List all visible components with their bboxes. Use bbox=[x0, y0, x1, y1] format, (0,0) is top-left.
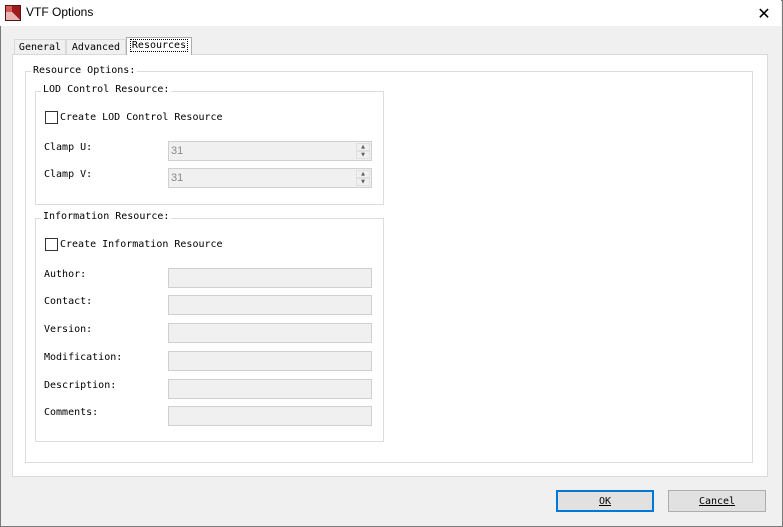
clamp-v-spinner[interactable]: 31 ▲ ▼ bbox=[168, 168, 372, 188]
create-lod-checkbox[interactable] bbox=[45, 111, 58, 124]
modification-label: Modification: bbox=[44, 352, 123, 363]
clamp-u-value: 31 bbox=[171, 145, 184, 157]
contact-label: Contact: bbox=[44, 296, 93, 307]
clamp-v-label: Clamp V: bbox=[44, 169, 93, 180]
spin-down-icon[interactable]: ▼ bbox=[356, 151, 370, 159]
author-label: Author: bbox=[44, 269, 87, 280]
clamp-v-spin-buttons: ▲ ▼ bbox=[356, 170, 370, 186]
lod-control-label: LOD Control Resource: bbox=[41, 84, 172, 95]
version-label: Version: bbox=[44, 324, 93, 335]
description-input[interactable] bbox=[168, 379, 372, 399]
author-input[interactable] bbox=[168, 268, 372, 288]
ok-button-label: OK bbox=[598, 495, 612, 507]
information-resource-label: Information Resource: bbox=[41, 211, 172, 222]
description-label: Description: bbox=[44, 380, 117, 391]
clamp-u-spinner[interactable]: 31 ▲ ▼ bbox=[168, 141, 372, 161]
create-info-label[interactable]: Create Information Resource bbox=[60, 239, 223, 250]
tab-resources[interactable]: Resources bbox=[126, 37, 192, 55]
tab-advanced[interactable]: Advanced bbox=[66, 39, 126, 55]
title-bar: VTF Options ✕ bbox=[0, 0, 781, 26]
cancel-button[interactable]: Cancel bbox=[668, 490, 766, 512]
clamp-u-spin-buttons: ▲ ▼ bbox=[356, 143, 370, 159]
modification-input[interactable] bbox=[168, 351, 372, 371]
clamp-v-value: 31 bbox=[171, 172, 184, 184]
create-info-checkbox[interactable] bbox=[45, 238, 58, 251]
contact-input[interactable] bbox=[168, 295, 372, 315]
comments-input[interactable] bbox=[168, 406, 372, 426]
spin-up-icon[interactable]: ▲ bbox=[356, 170, 370, 178]
create-lod-label[interactable]: Create LOD Control Resource bbox=[60, 112, 223, 123]
resource-options-label: Resource Options: bbox=[31, 65, 138, 76]
spin-up-icon[interactable]: ▲ bbox=[356, 143, 370, 151]
cancel-button-label: Cancel bbox=[698, 495, 736, 507]
version-input[interactable] bbox=[168, 323, 372, 343]
tab-resources-label: Resources bbox=[129, 39, 189, 52]
tab-advanced-label: Advanced bbox=[71, 42, 121, 53]
comments-label: Comments: bbox=[44, 407, 99, 418]
tab-general[interactable]: General bbox=[14, 39, 66, 55]
spin-down-icon[interactable]: ▼ bbox=[356, 178, 370, 186]
clamp-u-label: Clamp U: bbox=[44, 142, 93, 153]
ok-button[interactable]: OK bbox=[556, 490, 654, 512]
vtf-app-icon bbox=[5, 5, 21, 21]
window-title: VTF Options bbox=[26, 5, 94, 19]
tab-general-label: General bbox=[18, 42, 62, 53]
close-icon[interactable]: ✕ bbox=[747, 0, 781, 26]
